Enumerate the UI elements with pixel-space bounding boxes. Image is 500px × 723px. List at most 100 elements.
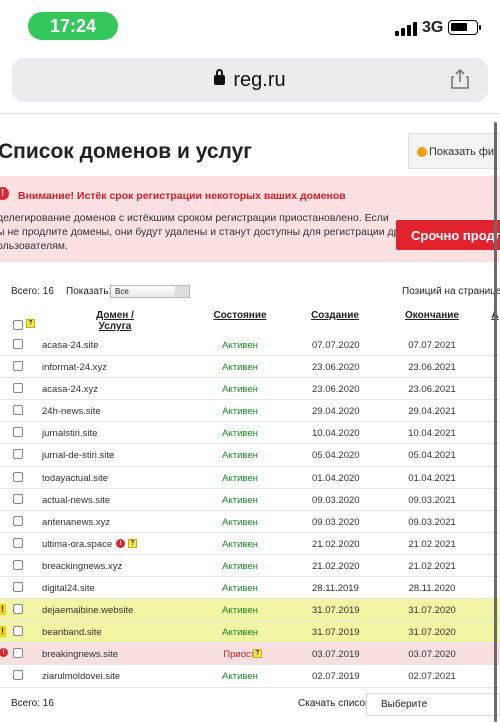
show-select[interactable]: Все: [110, 285, 190, 298]
domain-name[interactable]: acasa-24.xyz: [42, 384, 98, 395]
row-checkbox[interactable]: [13, 648, 23, 659]
download-select-value: Выберите: [381, 699, 428, 710]
row-checkbox[interactable]: [13, 537, 23, 548]
row-checkbox[interactable]: [13, 670, 23, 681]
expiry-date: 10.04.2021: [408, 428, 456, 440]
error-icon: !: [116, 538, 125, 548]
row-checkbox[interactable]: [13, 493, 23, 504]
domain-name[interactable]: ziarulmoldovei.site: [42, 671, 120, 682]
table-row[interactable]: acasa-24.site Активен 07.07.2020 07.07.2021: [0, 334, 500, 357]
table-row[interactable]: acasa-24.xyz Активен 23.06.2020 23.06.2021: [0, 378, 500, 401]
table-row[interactable]: actual-news.site Активен 09.03.2020 09.03.2…: [0, 489, 500, 511]
list-toolbar: Всего: 16 Показать: Все Позиций на стран…: [0, 283, 500, 301]
created-date: 21.02.2020: [312, 560, 360, 572]
domain-name[interactable]: dejaemaibine.website: [42, 605, 133, 616]
table-row[interactable]: ultima-ora.space!? Активен 21.02.2020 21.02…: [0, 533, 500, 555]
domain-name[interactable]: breackingnews.xyz: [42, 561, 122, 572]
select-all-checkbox[interactable]: [13, 320, 23, 330]
created-date: 09.03.2020: [312, 516, 360, 528]
domain-state: Активен: [222, 428, 258, 440]
row-checkbox[interactable]: [13, 405, 23, 416]
alert-text-line: делегирование доменов с истёкшим сроком …: [0, 212, 389, 224]
per-page-label: Позиций на странице:: [402, 286, 500, 297]
column-state[interactable]: Состояние: [210, 310, 270, 321]
table-row[interactable]: ! breakingnews.site Приост.? 03.07.2019 03.0…: [0, 643, 500, 666]
row-checkbox[interactable]: [13, 449, 23, 460]
expiry-date: 02.07.2021: [408, 671, 456, 683]
expiry-date: 21.02.2021: [408, 538, 456, 550]
warning-icon: !: [0, 626, 6, 638]
row-checkbox[interactable]: [13, 471, 23, 482]
row-checkbox[interactable]: [13, 361, 23, 372]
domain-name[interactable]: breakingnews.site: [42, 649, 118, 660]
row-checkbox[interactable]: [13, 582, 23, 593]
table-row[interactable]: digital24.site Активен 28.11.2019 28.11.202…: [0, 577, 500, 600]
created-date: 01.04.2020: [312, 472, 360, 484]
table-row[interactable]: jurnal-de-stiri.site Активен 05.04.2020 05.…: [0, 444, 500, 467]
table-row[interactable]: ! dejaemaibine.website Активен 31.07.2019 31…: [0, 599, 500, 622]
domain-name[interactable]: acasa-24.site: [42, 340, 99, 351]
share-icon[interactable]: [450, 68, 470, 90]
domain-state: Активен: [222, 362, 258, 374]
row-checkbox[interactable]: [13, 427, 23, 438]
table-row[interactable]: jurnalstiri.site Активен 10.04.2020 10.04.2…: [0, 422, 500, 445]
table-row[interactable]: todayactual.site Активен 01.04.2020 01.04.2…: [0, 467, 500, 489]
domain-state: Активен: [222, 384, 258, 396]
plus-icon: [417, 147, 427, 157]
domain-name[interactable]: jurnalstiri.site: [42, 428, 97, 439]
row-checkbox[interactable]: [13, 604, 23, 615]
row-checkbox[interactable]: [13, 339, 23, 349]
domain-state: Активен: [222, 494, 258, 506]
created-date: 21.02.2020: [312, 538, 360, 550]
table-row[interactable]: ziarulmoldovei.site Активен 02.07.2019 02.0…: [0, 665, 500, 688]
row-checkbox[interactable]: [13, 626, 23, 637]
domain-name[interactable]: ultima-ora.space: [42, 539, 112, 550]
domain-name[interactable]: todayactual.site: [42, 473, 108, 484]
help-icon[interactable]: ?: [128, 538, 137, 548]
domain-name[interactable]: antenanews.xyz: [42, 517, 110, 528]
domain-name[interactable]: digital24.site: [42, 583, 95, 594]
domain-name[interactable]: jurnal-de-stiri.site: [42, 450, 114, 461]
domain-name[interactable]: informat-24.xyz: [42, 362, 107, 373]
table-row[interactable]: antenanews.xyz Активен 09.03.2020 09.03.202…: [0, 511, 500, 533]
time-display: 17:24: [28, 12, 118, 40]
row-checkbox[interactable]: [13, 515, 23, 526]
show-filter-button[interactable]: Показать фи: [408, 133, 500, 169]
total-count: Всего: 16: [11, 286, 54, 297]
table-row[interactable]: 24h-news.site Активен 29.04.2020 29.04.2021: [0, 400, 500, 423]
expiry-date: 28.11.2020: [408, 583, 456, 595]
created-date: 05.04.2020: [312, 450, 360, 462]
network-type: 3G: [422, 19, 444, 36]
column-domain[interactable]: Домен / Услуга: [80, 310, 150, 332]
column-created[interactable]: Создание: [305, 310, 365, 321]
row-checkbox[interactable]: [13, 383, 23, 394]
show-select-value: Все: [115, 287, 129, 296]
created-date: 29.04.2020: [312, 406, 360, 418]
alert-heading: Внимание! Истёк срок регистрации некотор…: [18, 190, 346, 202]
filter-button-label: Показать фи: [429, 146, 495, 158]
help-icon[interactable]: ?: [253, 649, 262, 659]
battery-icon: [448, 20, 481, 35]
domain-name[interactable]: actual-news.site: [42, 495, 110, 506]
created-date: 31.07.2019: [312, 605, 360, 617]
column-expires[interactable]: Окончание: [400, 310, 464, 321]
renew-now-button[interactable]: Срочно продли: [396, 220, 500, 250]
expiry-date: 23.06.2021: [408, 384, 456, 396]
address-bar[interactable]: reg.ru: [12, 58, 488, 102]
scrollbar[interactable]: [494, 122, 497, 722]
help-icon[interactable]: ?: [26, 319, 35, 328]
created-date: 03.07.2019: [312, 649, 360, 661]
domain-name[interactable]: beanband.site: [42, 627, 102, 638]
alert-text-line: ы не продлите домены, они будут удалены …: [0, 226, 422, 238]
row-checkbox[interactable]: [13, 559, 23, 570]
domain-state: Активен: [222, 516, 258, 528]
table-row[interactable]: breackingnews.xyz Активен 21.02.2020 21.02.…: [0, 555, 500, 578]
table-row[interactable]: informat-24.xyz Активен 23.06.2020 23.06.20…: [0, 356, 500, 379]
alert-text-line: ользователям.: [0, 240, 68, 252]
download-select[interactable]: Выберите: [366, 693, 500, 716]
expiry-date: 31.07.2020: [408, 605, 456, 617]
domain-state: Активен: [222, 560, 258, 572]
url-display[interactable]: reg.ru: [12, 69, 488, 92]
domain-name[interactable]: 24h-news.site: [42, 406, 101, 417]
table-row[interactable]: ! beanband.site Активен 31.07.2019 31.07.202…: [0, 621, 500, 644]
